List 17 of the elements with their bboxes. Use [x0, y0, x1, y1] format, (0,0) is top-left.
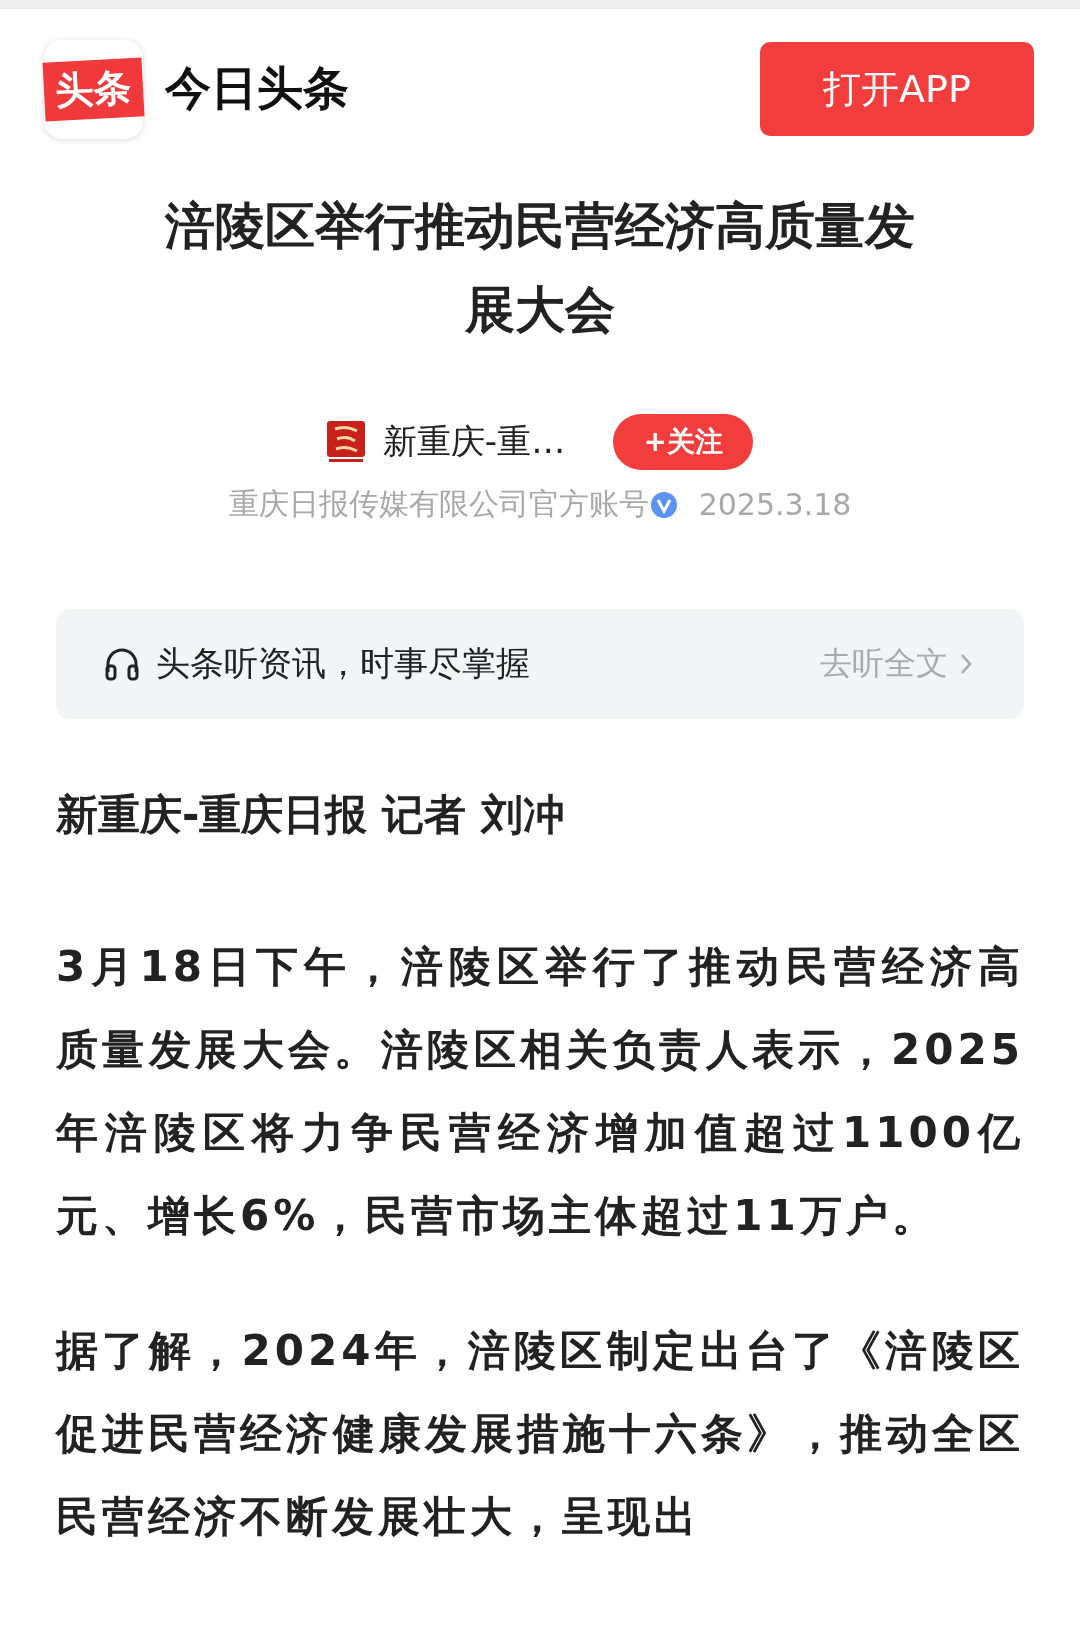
headphones-icon: [104, 646, 140, 682]
byline: 新重庆-重庆日报 记者 刘冲: [56, 789, 566, 841]
author-name[interactable]: 新重庆-重…: [382, 419, 566, 465]
listen-full-link[interactable]: 去听全文: [820, 642, 948, 686]
account-avatar-icon: [326, 421, 365, 463]
account-description: 重庆日报传媒有限公司官方账号: [228, 485, 649, 523]
publish-date: 2025.3.18: [698, 487, 852, 522]
chevron-right-icon: [960, 653, 972, 675]
listen-bar[interactable]: 头条听资讯，时事尽掌握 去听全文: [56, 609, 1024, 719]
article-title: 涪陵区举行推动民营经济高质量发展大会: [163, 196, 916, 341]
paragraph: 据了解，2024年，涪陵区制定出台了《涪陵区促进民营经济健康发展措施十六条》，推动全区民营经济不断发展壮大，呈现出: [56, 1325, 1024, 1543]
listen-promo-text: 头条听资讯，时事尽掌握: [156, 642, 530, 685]
follow-button[interactable]: +关注: [613, 414, 754, 470]
logo-text: 头条: [42, 56, 145, 122]
paragraph: 3月18日下午，涪陵区举行了推动民营经济高质量发展大会。涪陵区相关负责人表示，2025年涪陵区将力争民营经济增加值超过1100亿元、增长6%，民营市场主体超过11万户。: [56, 941, 1024, 1242]
app-name: 今日头条: [165, 60, 349, 117]
open-app-button[interactable]: 打开APP: [760, 42, 1034, 136]
